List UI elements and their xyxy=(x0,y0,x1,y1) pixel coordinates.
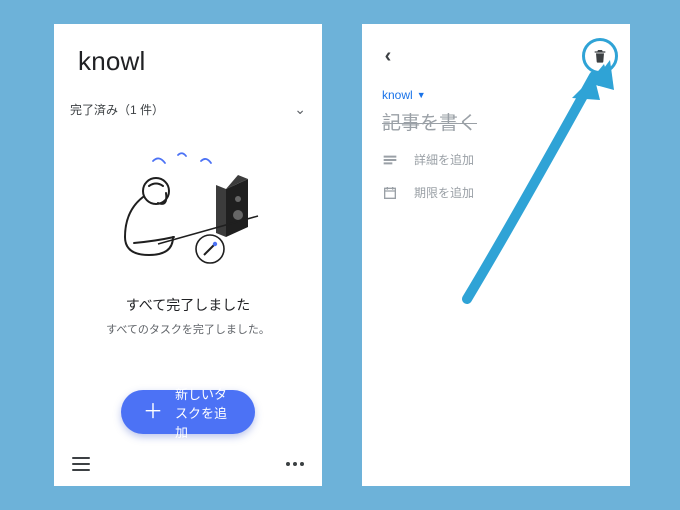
detail-top-bar: ‹ xyxy=(362,24,630,78)
add-date-row[interactable]: 期限を追加 xyxy=(362,168,630,201)
calendar-icon xyxy=(382,185,398,201)
completed-section-label: 完了済み（1 件） xyxy=(70,101,164,118)
empty-state-title: すべて完了しました xyxy=(54,295,322,315)
dropdown-icon: ▼ xyxy=(417,90,426,100)
back-button[interactable]: ‹ xyxy=(376,45,400,68)
add-details-label: 詳細を追加 xyxy=(414,151,474,168)
delete-button[interactable] xyxy=(582,38,618,74)
add-task-button[interactable]: ＋ 新しいタスクを追加 xyxy=(121,390,255,434)
trash-icon xyxy=(592,48,608,64)
add-task-button-label: 新しいタスクを追加 xyxy=(175,384,233,441)
completed-section-header[interactable]: 完了済み（1 件） ⌄ xyxy=(54,89,322,129)
more-icon[interactable] xyxy=(286,462,304,466)
empty-state-subtitle: すべてのタスクを完了しました。 xyxy=(54,321,322,337)
bottom-bar xyxy=(54,442,322,486)
add-date-label: 期限を追加 xyxy=(414,184,474,201)
screen-task-list: knowl 完了済み（1 件） ⌄ xyxy=(54,24,322,486)
add-details-row[interactable]: 詳細を追加 xyxy=(362,135,630,168)
chevron-down-icon: ⌄ xyxy=(294,101,306,118)
list-selector-label: knowl xyxy=(382,88,413,102)
app-title: knowl xyxy=(54,24,322,89)
plus-icon: ＋ xyxy=(143,402,163,422)
list-selector[interactable]: knowl ▼ xyxy=(362,78,630,102)
notes-icon xyxy=(382,152,398,168)
menu-icon[interactable] xyxy=(72,457,90,471)
task-title[interactable]: 記事を書く xyxy=(362,102,630,135)
empty-state-illustration xyxy=(98,149,278,289)
screen-task-detail: ‹ knowl ▼ 記事を書く 詳細を追加 期限を追加 xyxy=(362,24,630,486)
